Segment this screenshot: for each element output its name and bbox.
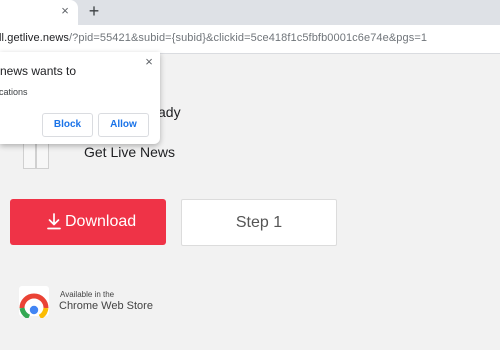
notification-permission-popup: news wants to cations × Block Allow (0, 52, 160, 144)
active-tab[interactable]: × (0, 0, 78, 25)
tab-strip: × + (0, 0, 500, 25)
url-path: /?pid=55421&subid={subid}&clickid=5ce418… (68, 32, 428, 44)
headline-fragment: ady (158, 104, 181, 120)
download-button[interactable]: Download (10, 199, 166, 245)
block-button[interactable]: Block (42, 113, 93, 137)
step-button[interactable]: Step 1 (181, 199, 337, 246)
popup-subtitle: cations (0, 87, 28, 97)
download-label: Download (65, 213, 137, 230)
store-badge-name: Chrome Web Store (59, 300, 153, 312)
logo-left-panel (23, 143, 36, 169)
brand-logo-icon (11, 143, 59, 169)
step-label: Step 1 (235, 214, 283, 231)
allow-button[interactable]: Allow (98, 113, 149, 137)
download-arrow-icon (47, 213, 61, 230)
url-host: ll.getlive.news (0, 32, 69, 44)
store-badge-caption: Available in the (60, 290, 115, 299)
chrome-logo-icon (19, 286, 49, 318)
new-tab-button[interactable]: + (86, 2, 102, 20)
popup-close-icon[interactable]: × (142, 55, 156, 69)
tab-close-icon[interactable]: × (58, 4, 72, 18)
popup-title: news wants to (0, 64, 77, 78)
brand-name: Get Live News (84, 144, 176, 160)
logo-right-panel (36, 143, 49, 169)
url-text[interactable]: ll.getlive.news/?pid=55421&subid={subid}… (0, 32, 427, 44)
address-bar[interactable]: ll.getlive.news/?pid=55421&subid={subid}… (0, 25, 500, 54)
